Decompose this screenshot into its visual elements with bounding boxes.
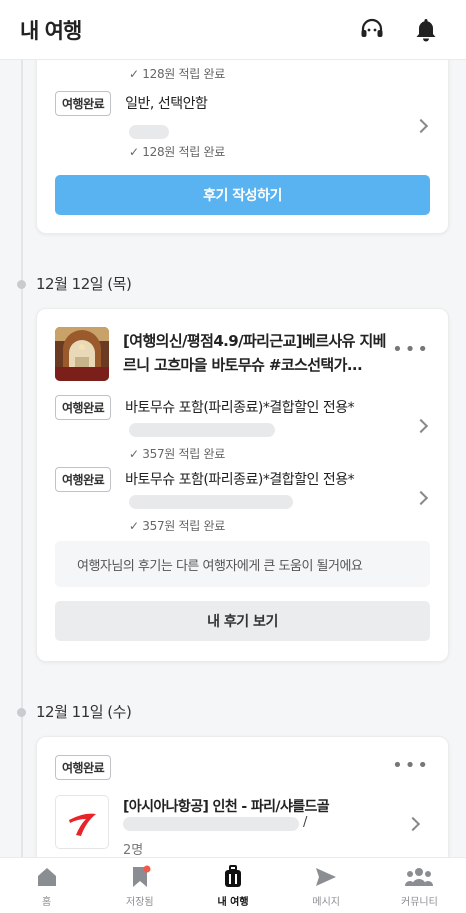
view-my-review-button[interactable]: 내 후기 보기: [55, 601, 430, 641]
flight-title[interactable]: [아시아나항공] 인천 - 파리/샤를드골: [123, 795, 408, 819]
status-badge: 여행완료: [55, 395, 112, 420]
date-header: 12월 11일 (수): [36, 703, 132, 721]
option-row[interactable]: 여행완료 바토무슈 포함(파리종료)*결합할인 전용* ✓ 357원 적립 완료: [55, 467, 430, 533]
tab-label: 홈: [42, 896, 52, 908]
chevron-right-icon[interactable]: [413, 118, 429, 134]
chevron-right-icon[interactable]: [405, 816, 421, 832]
trip-timeline: ✓ 128원 적립 완료 여행완료 일반, 선택안함 ✓ 128원 적립 완료 …: [0, 60, 466, 857]
tab-label: 메시지: [312, 896, 341, 908]
flight-detail: /: [123, 815, 408, 837]
blurred-detail: [129, 495, 293, 509]
write-review-button[interactable]: 후기 작성하기: [55, 175, 430, 215]
point-status: ✓ 357원 적립 완료: [129, 447, 226, 461]
customer-support-icon[interactable]: [352, 10, 392, 50]
chevron-right-icon[interactable]: [413, 490, 429, 506]
chevron-right-icon[interactable]: [413, 418, 429, 434]
more-options-icon[interactable]: •••: [392, 339, 430, 360]
option-name: 일반, 선택안함: [125, 96, 208, 112]
send-icon: [314, 864, 338, 890]
timeline-dot: [17, 708, 26, 717]
tab-label: 커뮤니티: [401, 896, 438, 908]
airline-logo: [55, 795, 109, 849]
home-icon: [36, 864, 58, 890]
status-badge: 여행완료: [55, 467, 112, 492]
timeline-dot: [17, 280, 26, 289]
trip-card: 여행완료 ••• [아시아나항공] 인천 - 파리/샤를드골 / 2명: [36, 736, 449, 857]
tab-messages[interactable]: 메시지: [280, 858, 373, 913]
tab-my-trips[interactable]: 내 여행: [186, 858, 279, 913]
trip-card: [여행의신/평점4.9/파리근교]베르사유 지베르니 고흐마을 바토무슈 #코스…: [36, 308, 449, 662]
bottom-tab-bar: 홈 저장됨 내 여행 메시지 커뮤니티: [0, 857, 466, 913]
blurred-detail: [123, 817, 299, 831]
point-status: ✓ 128원 적립 완료: [129, 145, 226, 159]
suitcase-icon: [223, 864, 243, 890]
blurred-detail: [129, 423, 275, 437]
option-row[interactable]: 여행완료 일반, 선택안함 ✓ 128원 적립 완료: [55, 91, 430, 161]
tab-saved[interactable]: 저장됨: [93, 858, 186, 913]
more-options-icon[interactable]: •••: [392, 755, 430, 776]
point-status: ✓ 357원 적립 완료: [129, 519, 226, 533]
passenger-count: 2명: [123, 843, 144, 857]
option-row[interactable]: 여행완료 바토무슈 포함(파리종료)*결합할인 전용* ✓ 357원 적립 완료: [55, 395, 430, 461]
point-status: ✓ 128원 적립 완료: [129, 67, 226, 81]
tab-community[interactable]: 커뮤니티: [373, 858, 466, 913]
review-notice: 여행자님의 후기는 다른 여행자에게 큰 도움이 될거에요: [55, 541, 430, 587]
trip-card: ✓ 128원 적립 완료 여행완료 일반, 선택안함 ✓ 128원 적립 완료 …: [36, 60, 449, 234]
status-badge: 여행완료: [55, 755, 112, 780]
blurred-detail: [129, 125, 169, 139]
notification-bell-icon[interactable]: [406, 10, 446, 50]
tab-label: 저장됨: [126, 896, 154, 908]
option-name: 바토무슈 포함(파리종료)*결합할인 전용*: [125, 472, 355, 488]
product-thumbnail[interactable]: [55, 327, 109, 381]
page-title: 내 여행: [20, 18, 82, 43]
route-separator: /: [303, 815, 308, 830]
tab-label: 내 여행: [217, 896, 249, 908]
option-row: ✓ 128원 적립 완료: [55, 65, 430, 83]
status-badge: 여행완료: [55, 91, 112, 116]
date-header: 12월 12일 (목): [36, 275, 132, 293]
app-header: 내 여행: [0, 0, 466, 60]
tab-home[interactable]: 홈: [0, 858, 93, 913]
people-icon: [405, 864, 434, 890]
bookmark-icon: [129, 864, 151, 890]
timeline-line: [21, 60, 23, 857]
product-title[interactable]: [여행의신/평점4.9/파리근교]베르사유 지베르니 고흐마을 바토무슈 #코스…: [123, 329, 386, 377]
option-name: 바토무슈 포함(파리종료)*결합할인 전용*: [125, 400, 355, 416]
